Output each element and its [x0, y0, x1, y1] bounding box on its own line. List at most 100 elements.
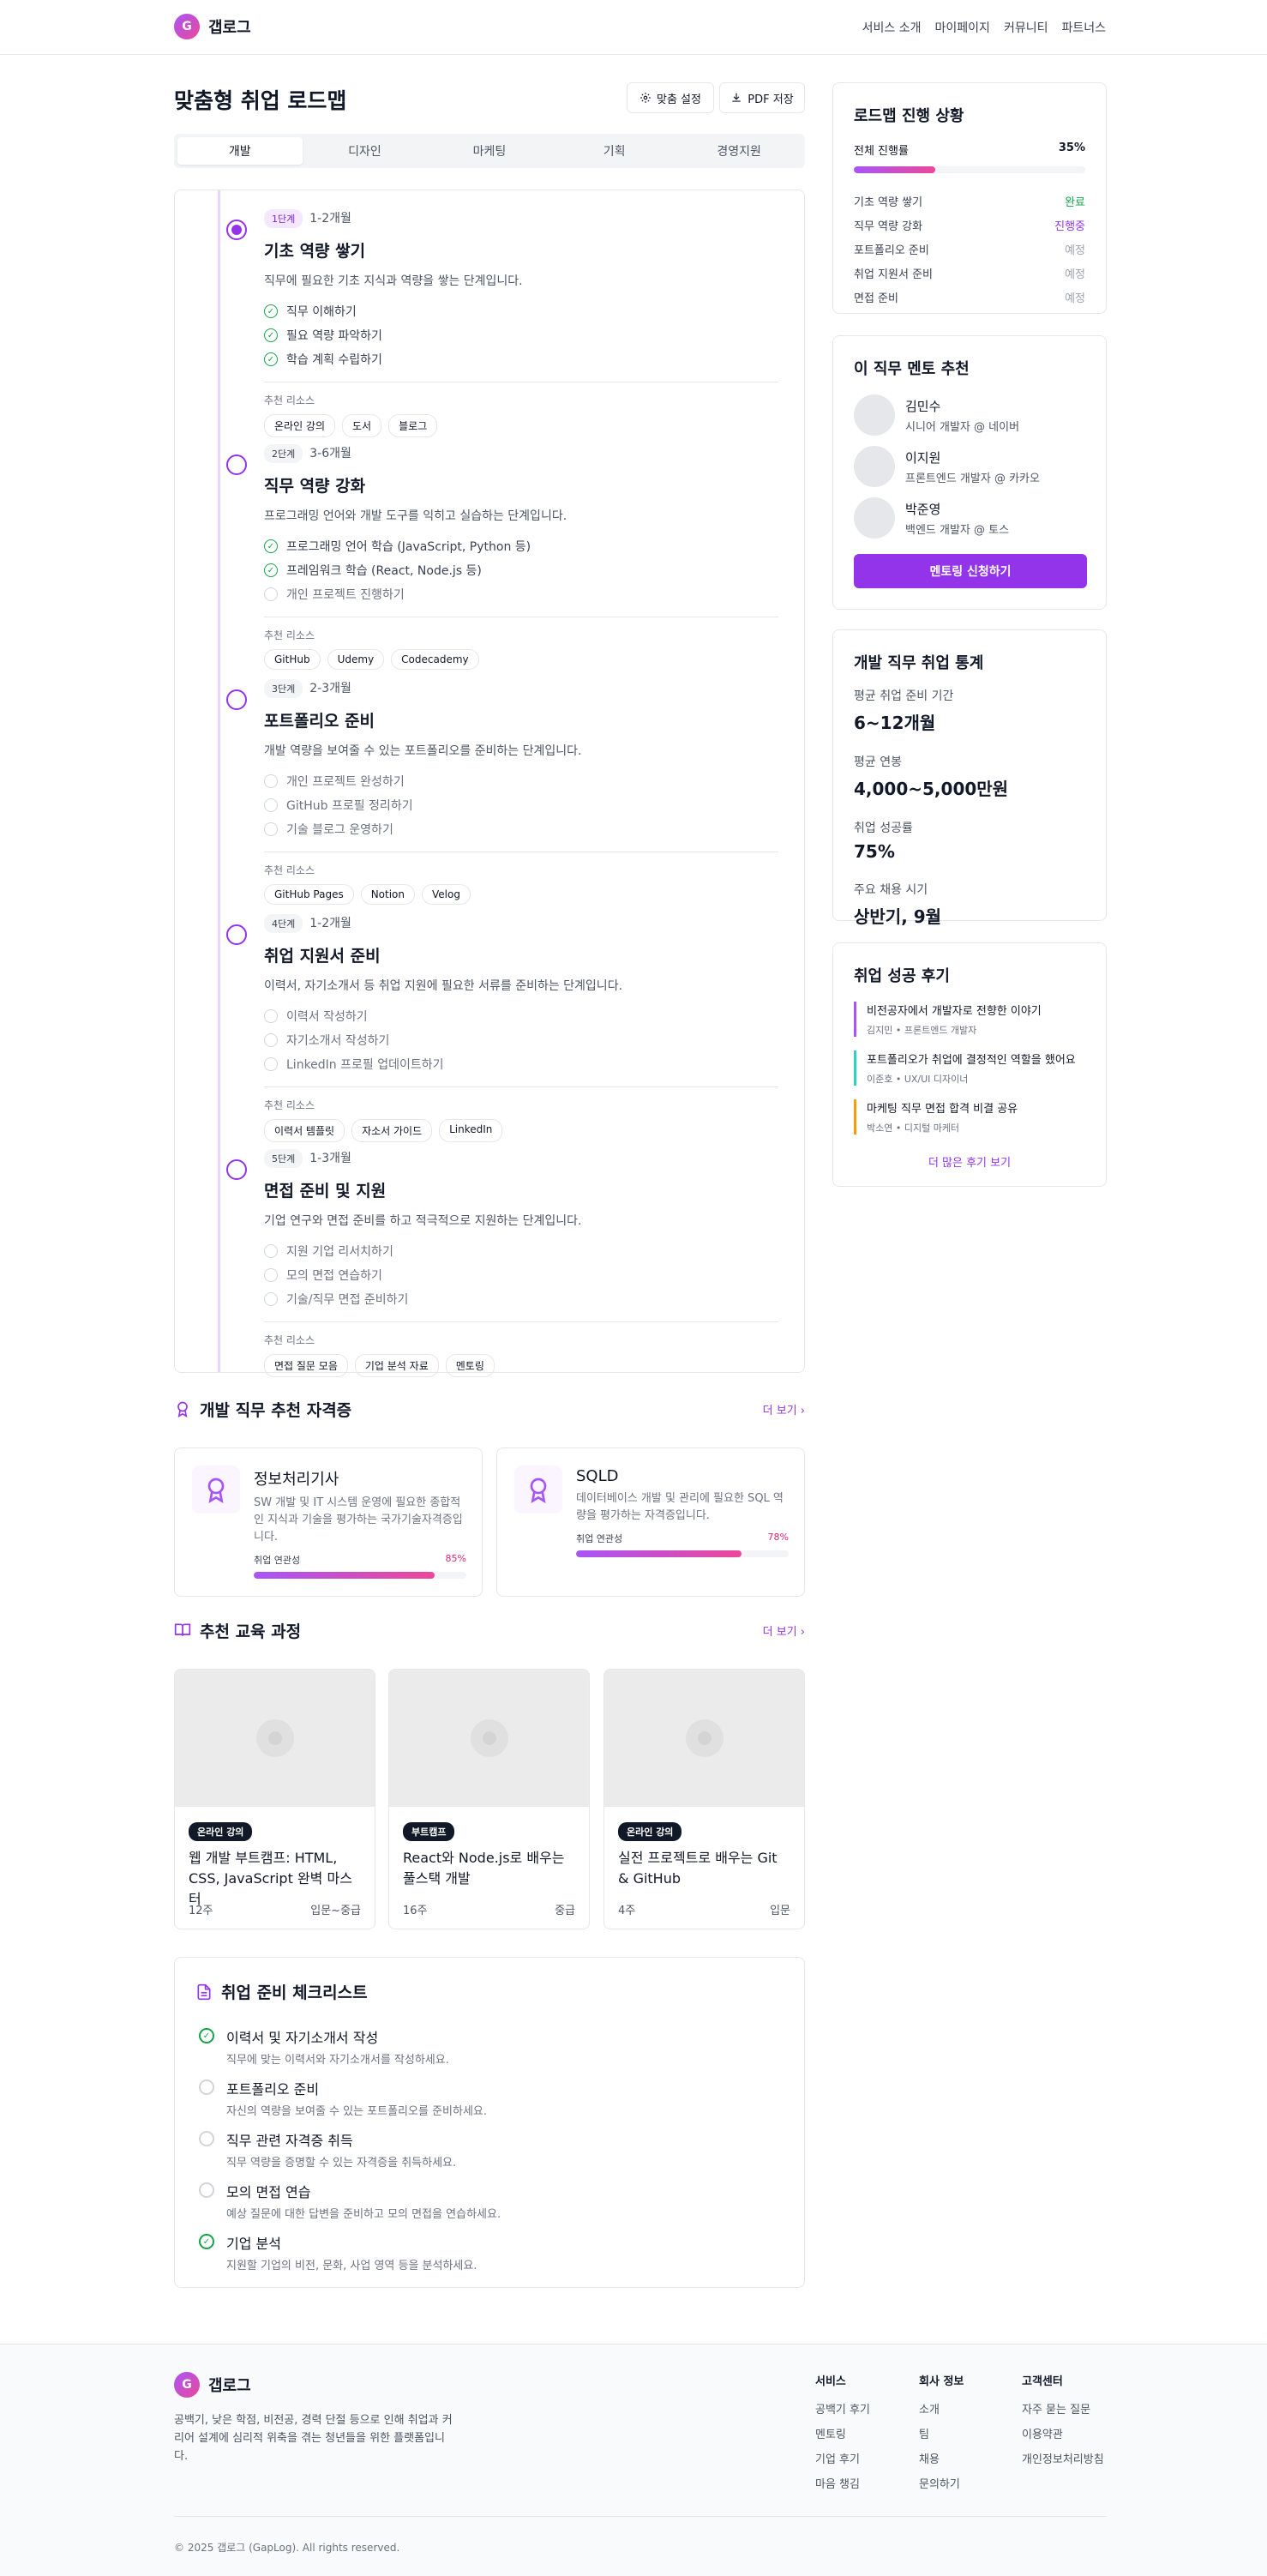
tab-management[interactable]: 경영지원 [676, 137, 802, 165]
resource-chip[interactable]: GitHub Pages [264, 884, 354, 905]
resource-chip[interactable]: 도서 [342, 414, 382, 437]
nav-service[interactable]: 서비스 소개 [862, 19, 922, 36]
checklist-item[interactable]: 모의 면접 연습 예상 질문에 대한 답변을 준비하고 모의 면접을 연습하세요. [199, 2181, 501, 2221]
progress-stage-status: 예정 [1065, 292, 1085, 305]
footer-link[interactable]: 이용약관 [1022, 2425, 1104, 2441]
task-label: 개인 프로젝트 진행하기 [286, 588, 405, 602]
cert-award-icon [192, 1466, 240, 1514]
tab-planning[interactable]: 기획 [552, 137, 677, 165]
checklist-item[interactable]: ✓ 이력서 및 자기소개서 작성 직무에 맞는 이력서와 자기소개서를 작성하세요. [199, 2026, 449, 2067]
empty-circle-icon[interactable] [199, 2131, 214, 2146]
footer-link[interactable]: 공백기 후기 [815, 2400, 870, 2417]
certs-more-link[interactable]: 더 보기 › [763, 1401, 805, 1417]
course-card[interactable]: 온라인 강의 웹 개발 부트캠프: HTML, CSS, JavaScript … [174, 1669, 375, 1929]
cert-card[interactable]: SQLD 데이터베이스 개발 및 관리에 필요한 SQL 역량을 평가하는 자격… [496, 1447, 805, 1597]
tab-dev[interactable]: 개발 [177, 137, 303, 165]
mentor-role: 백엔드 개발자 @ 토스 [905, 523, 1010, 537]
review-item[interactable]: 포트폴리오가 취업에 결정적인 역할을 했어요 이준호 • UX/UI 디자이너 [854, 1050, 1085, 1086]
empty-circle-icon [264, 822, 278, 836]
resource-chip[interactable]: GitHub [264, 649, 321, 670]
resource-chip[interactable]: Notion [360, 884, 416, 905]
resource-label: 추천 리소스 [264, 629, 315, 641]
logo-mark: G [174, 14, 200, 39]
footer-logo[interactable]: G 갭로그 [174, 2372, 251, 2398]
page-title: 맞춤형 취업 로드맵 [174, 88, 347, 113]
footer-link[interactable]: 기업 후기 [815, 2450, 870, 2466]
stage-task[interactable]: 지원 기업 리서치하기 [264, 1239, 778, 1263]
resource-chip[interactable]: 자소서 가이드 [351, 1119, 433, 1142]
resource-chip[interactable]: 이력서 템플릿 [264, 1119, 345, 1142]
footer-link[interactable]: 소개 [919, 2400, 964, 2417]
stage-task[interactable]: 개인 프로젝트 진행하기 [264, 582, 778, 606]
cert-card[interactable]: 정보처리기사 SW 개발 및 IT 시스템 운영에 필요한 종합적인 지식과 기… [174, 1447, 483, 1597]
check-circle-icon[interactable]: ✓ [199, 2028, 214, 2043]
footer-link[interactable]: 문의하기 [919, 2475, 964, 2491]
stage-task[interactable]: 이력서 작성하기 [264, 1004, 778, 1028]
logo[interactable]: G 갭로그 [174, 14, 251, 39]
stage-task[interactable]: ✓ 프레임워크 학습 (React, Node.js 등) [264, 558, 778, 582]
empty-circle-icon[interactable] [199, 2079, 214, 2095]
image-placeholder-icon [255, 1719, 294, 1757]
mentoring-apply-button[interactable]: 멘토링 신청하기 [854, 554, 1087, 588]
custom-settings-button[interactable]: 맞춤 설정 [627, 82, 714, 113]
progress-stage-row: 취업 지원서 준비 예정 [854, 261, 1085, 285]
resource-chip[interactable]: 블로그 [388, 414, 438, 437]
more-reviews-link[interactable]: 더 많은 후기 보기 [854, 1153, 1085, 1170]
footer-link[interactable]: 마음 챙김 [815, 2475, 870, 2491]
resource-chip[interactable]: Velog [422, 884, 471, 905]
task-label: 프레임워크 학습 (React, Node.js 등) [286, 564, 482, 578]
check-circle-icon[interactable]: ✓ [199, 2234, 214, 2249]
stage-task[interactable]: 자기소개서 작성하기 [264, 1028, 778, 1052]
stage-task[interactable]: 기술/직무 면접 준비하기 [264, 1287, 778, 1311]
resource-chip[interactable]: 멘토링 [445, 1354, 495, 1377]
resource-chip[interactable]: 기업 분석 자료 [354, 1354, 439, 1377]
checklist-item[interactable]: 직무 관련 자격증 취득 직무 역량을 증명할 수 있는 자격증을 취득하세요. [199, 2129, 456, 2170]
stage-task[interactable]: ✓ 직무 이해하기 [264, 299, 778, 323]
empty-circle-icon[interactable] [199, 2182, 214, 2198]
stage-marker-icon [226, 220, 247, 240]
review-item[interactable]: 마케팅 직무 면접 합격 비결 공유 박소연 • 디지털 마케터 [854, 1099, 1085, 1135]
course-card[interactable]: 온라인 강의 실전 프로젝트로 배우는 Git & GitHub 4주 입문 [603, 1669, 805, 1929]
resource-chip[interactable]: LinkedIn [439, 1119, 503, 1142]
mentor-item[interactable]: 김민수 시니어 개발자 @ 네이버 [854, 389, 1085, 441]
footer-link[interactable]: 개인정보처리방침 [1022, 2450, 1104, 2466]
stage-task[interactable]: 기술 블로그 운영하기 [264, 817, 778, 841]
resource-chip[interactable]: Codecademy [391, 649, 479, 670]
checklist-item[interactable]: ✓ 기업 분석 지원할 기업의 비전, 문화, 사업 영역 등을 분석하세요. [199, 2232, 477, 2272]
stage-task[interactable]: 개인 프로젝트 완성하기 [264, 769, 778, 793]
nav-partners[interactable]: 파트너스 [1061, 19, 1106, 36]
mentor-item[interactable]: 이지원 프론트엔드 개발자 @ 카카오 [854, 441, 1085, 492]
stage-task[interactable]: ✓ 학습 계획 수립하기 [264, 347, 778, 371]
review-item[interactable]: 비전공자에서 개발자로 전향한 이야기 김지민 • 프론트엔드 개발자 [854, 1002, 1085, 1037]
nav-mypage[interactable]: 마이페이지 [935, 19, 990, 36]
footer-link[interactable]: 채용 [919, 2450, 964, 2466]
stage-task[interactable]: ✓ 필요 역량 파악하기 [264, 323, 778, 347]
stage-duration: 1-2개월 [309, 917, 351, 930]
check-circle-icon: ✓ [264, 563, 278, 577]
footer-link[interactable]: 자주 묻는 질문 [1022, 2400, 1104, 2417]
review-author: 이준호 • UX/UI 디자이너 [867, 1074, 969, 1085]
pdf-save-button[interactable]: PDF 저장 [719, 82, 805, 113]
resource-chip[interactable]: 온라인 강의 [264, 414, 336, 437]
resource-chip[interactable]: 면접 질문 모음 [264, 1354, 348, 1377]
footer-column: 서비스 공백기 후기 멘토링 기업 후기 마음 챙김 [815, 2372, 870, 2500]
tab-design[interactable]: 디자인 [303, 137, 428, 165]
checklist-item[interactable]: 포트폴리오 준비 자신의 역량을 보여줄 수 있는 포트폴리오를 준비하세요. [199, 2078, 487, 2118]
tab-marketing[interactable]: 마케팅 [427, 137, 552, 165]
stat-label: 취업 성공률 [854, 822, 913, 835]
stage-task[interactable]: LinkedIn 프로필 업데이트하기 [264, 1052, 778, 1076]
nav-community[interactable]: 커뮤니티 [1004, 19, 1048, 36]
course-card[interactable]: 부트캠프 React와 Node.js로 배우는 풀스택 개발 16주 중급 [388, 1669, 590, 1929]
resource-chip[interactable]: Udemy [327, 649, 385, 670]
gear-icon [640, 93, 651, 103]
stage-task[interactable]: ✓ 프로그래밍 언어 학습 (JavaScript, Python 등) [264, 534, 778, 558]
stage-task[interactable]: GitHub 프로필 정리하기 [264, 793, 778, 817]
stage-task[interactable]: 모의 면접 연습하기 [264, 1263, 778, 1287]
courses-more-link[interactable]: 더 보기 › [763, 1622, 805, 1639]
checklist-item-desc: 지원할 기업의 비전, 문화, 사업 영역 등을 분석하세요. [226, 2260, 477, 2272]
mentor-item[interactable]: 박준영 백엔드 개발자 @ 토스 [854, 492, 1085, 544]
task-label: 필요 역량 파악하기 [286, 329, 382, 343]
checklist-item-desc: 직무에 맞는 이력서와 자기소개서를 작성하세요. [226, 2054, 449, 2067]
footer-link[interactable]: 팀 [919, 2425, 964, 2441]
footer-link[interactable]: 멘토링 [815, 2425, 870, 2441]
